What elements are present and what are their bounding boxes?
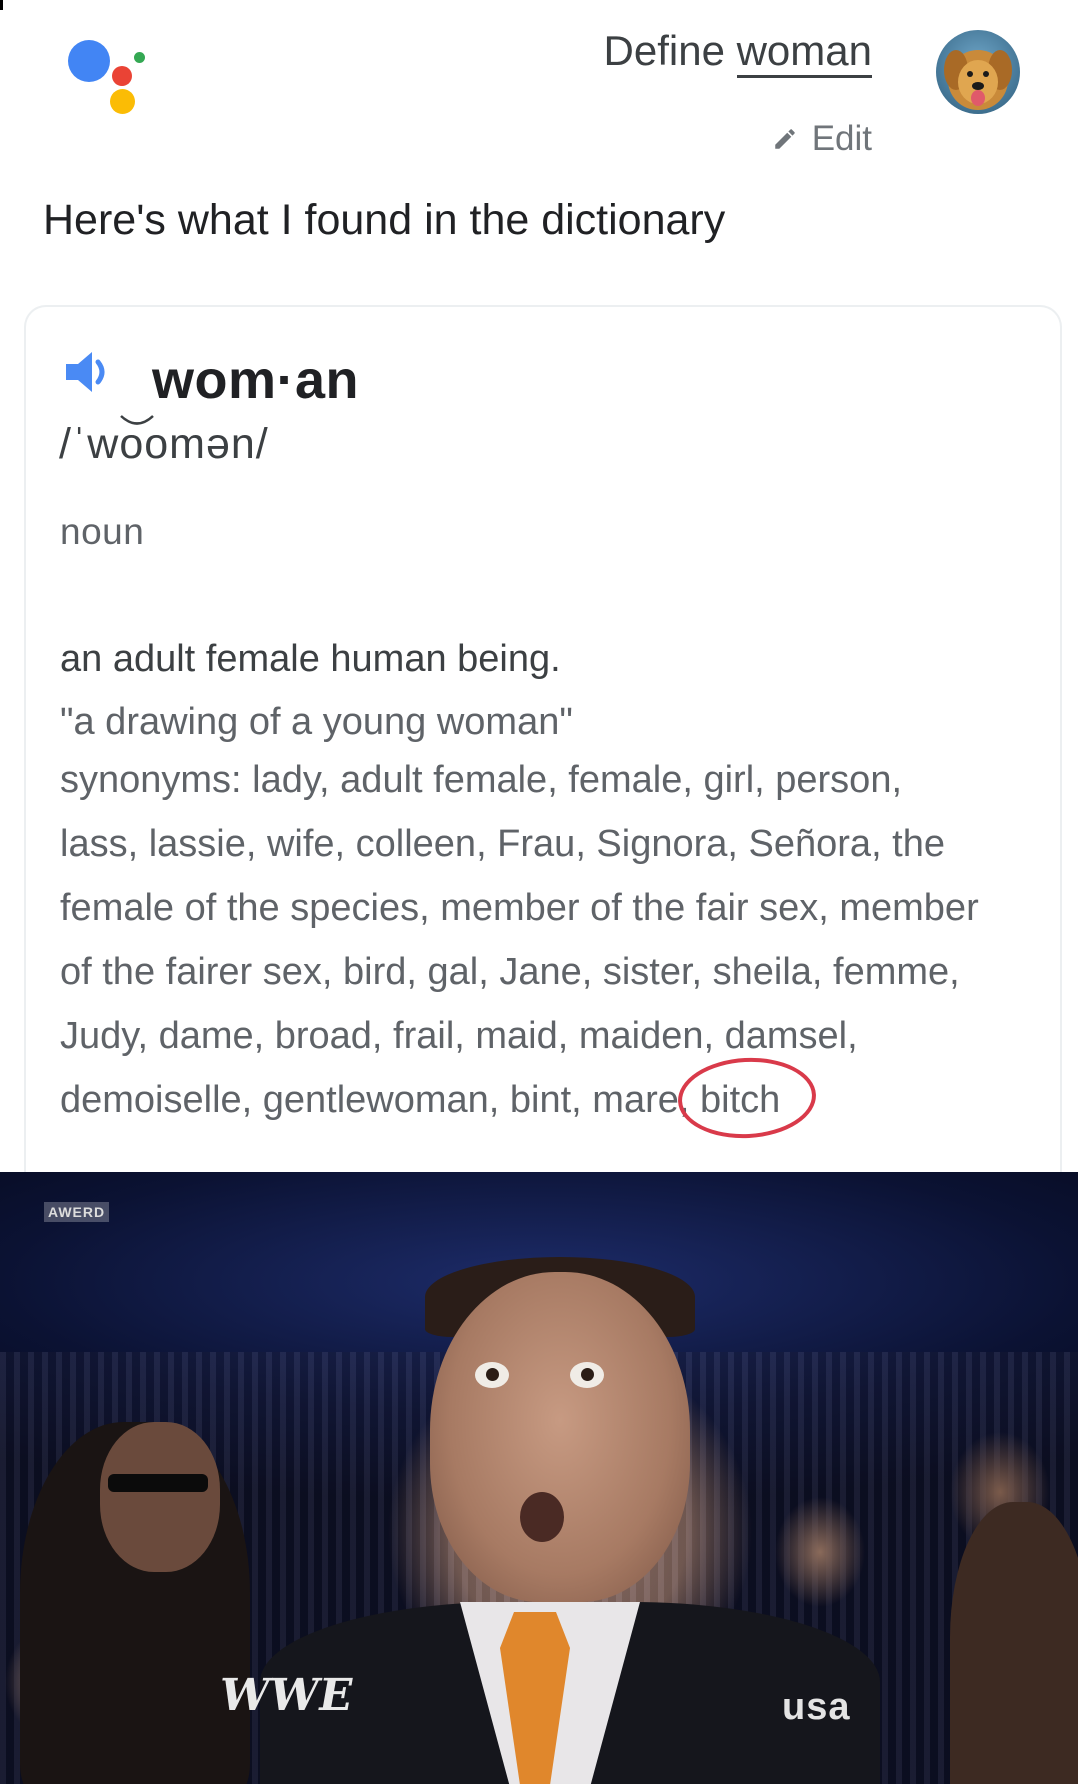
headword: wom·an (152, 350, 360, 410)
circled-synonym: bitch (676, 1054, 818, 1142)
synonyms-line: female of the species, member of the fai… (60, 887, 979, 929)
reaction-meme-image: AWERD WWE usa (0, 1172, 1078, 1784)
assistant-response-text: Here's what I found in the dictionary (43, 196, 726, 244)
audience-woman-right (950, 1502, 1078, 1784)
dog-avatar-icon (944, 50, 1012, 110)
pronunciation: /ˈwoomən/ (59, 420, 269, 468)
o-shaped-mouth (520, 1492, 564, 1542)
assistant-dot-blue (68, 40, 110, 82)
assistant-dot-yellow (110, 89, 135, 114)
synonyms-line: of the fairer sex, bird, gal, Jane, sist… (60, 951, 960, 993)
surprised-face (430, 1272, 690, 1602)
synonyms-line: lass, lassie, wife, colleen, Frau, Signo… (60, 823, 946, 865)
dictionary-card[interactable]: wom·an /ˈwoomən/ noun an adult female hu… (24, 305, 1062, 1187)
right-eye (570, 1362, 604, 1388)
corner-bug-logo: AWERD (44, 1202, 110, 1222)
wwe-logo: WWE (215, 1670, 357, 1721)
synonyms-line: Judy, dame, broad, frail, maid, maiden, … (60, 1015, 858, 1057)
assistant-dot-red (112, 66, 132, 86)
edit-query-button[interactable]: Edit (772, 119, 872, 159)
speaker-icon[interactable] (64, 350, 116, 394)
left-eye (475, 1362, 509, 1388)
usa-network-logo: usa (782, 1686, 851, 1728)
synonyms-line: synonyms: lady, adult female, female, gi… (60, 759, 903, 801)
edit-label: Edit (811, 119, 872, 158)
example-sentence: "a drawing of a young woman" (60, 701, 573, 743)
audience-man-head (100, 1422, 220, 1572)
assistant-dot-green (134, 52, 145, 63)
sunglasses (108, 1474, 208, 1492)
google-assistant-logo (64, 38, 154, 114)
pencil-icon (774, 129, 795, 149)
synonyms-line-last: demoiselle, gentlewoman, bint, mare, bit… (60, 1054, 1050, 1142)
part-of-speech: noun (60, 511, 145, 552)
synonyms-list: synonyms: lady, adult female, female, gi… (60, 748, 1050, 1142)
user-avatar[interactable] (936, 30, 1020, 114)
query-word-link[interactable]: woman (736, 27, 872, 78)
query-prefix: Define (603, 27, 725, 74)
user-query-bubble[interactable]: Define woman (603, 26, 872, 78)
red-circle-annotation (676, 1054, 818, 1142)
definition-text: an adult female human being. (60, 638, 561, 680)
synonyms-last-prefix: demoiselle, gentlewoman, bint, mare, (60, 1079, 700, 1121)
screen-edge (0, 0, 3, 10)
